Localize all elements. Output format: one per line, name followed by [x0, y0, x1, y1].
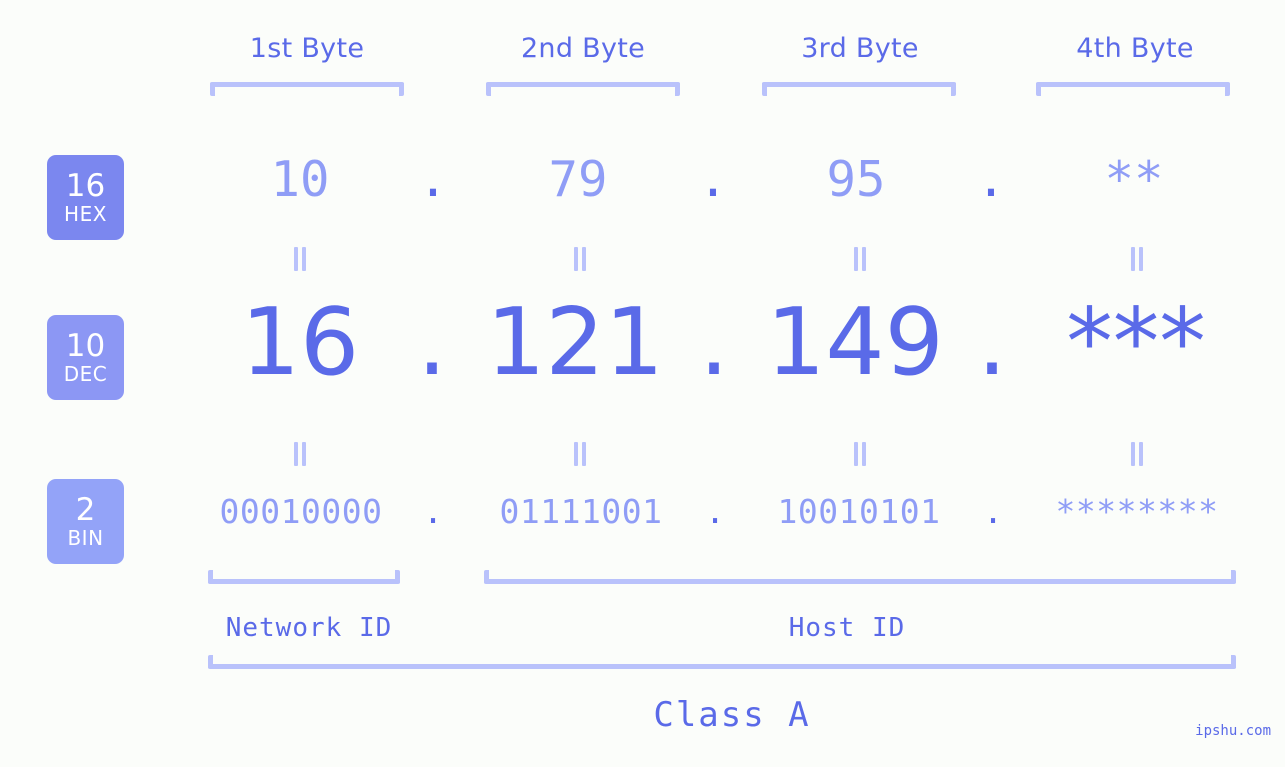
equality-connector-dec-bin-2 [571, 442, 589, 466]
host-id-label: Host ID [788, 613, 906, 643]
bin-byte-1: 00010000 [219, 492, 383, 531]
ip-class-bracket [208, 655, 1236, 669]
equality-connector-hex-dec-4 [1128, 247, 1146, 271]
bin-separator-2: . [705, 492, 725, 531]
base-badge-dec-label: DEC [63, 362, 108, 386]
dec-byte-3: 149 [766, 288, 944, 396]
bin-byte-3: 10010101 [777, 492, 941, 531]
equality-connector-dec-bin-4 [1128, 442, 1146, 466]
bin-byte-4: ******** [1055, 492, 1219, 531]
base-badge-hex[interactable]: 16 HEX [47, 155, 124, 240]
base-badge-hex-number: 16 [65, 168, 106, 204]
byte-bracket-1 [210, 82, 404, 96]
equality-connector-hex-dec-3 [851, 247, 869, 271]
hex-separator-2: . [698, 151, 728, 208]
equality-connector-dec-bin-1 [291, 442, 309, 466]
bin-byte-2: 01111001 [499, 492, 663, 531]
hex-byte-2: 79 [548, 151, 608, 208]
base-badge-bin-label: BIN [67, 526, 104, 550]
base-badge-bin-number: 2 [75, 492, 96, 528]
byte-header-2: 2nd Byte [520, 33, 646, 64]
dec-byte-2: 121 [486, 288, 664, 396]
base-badge-bin[interactable]: 2 BIN [47, 479, 124, 564]
byte-bracket-4 [1036, 82, 1230, 96]
bin-separator-1: . [423, 492, 443, 531]
ip-address-breakdown-diagram: 1st Byte 2nd Byte 3rd Byte 4th Byte 16 H… [0, 0, 1285, 767]
base-badge-dec[interactable]: 10 DEC [47, 315, 124, 400]
hex-byte-3: 95 [826, 151, 886, 208]
hex-byte-1: 10 [270, 151, 330, 208]
hex-separator-1: . [418, 151, 448, 208]
base-badge-dec-number: 10 [65, 328, 106, 364]
dec-separator-2: . [699, 288, 729, 396]
network-id-bracket [208, 570, 400, 584]
network-id-label: Network ID [225, 613, 393, 643]
ip-class-label: Class A [653, 695, 811, 735]
site-watermark: ipshu.com [1195, 723, 1271, 739]
bin-separator-3: . [983, 492, 1003, 531]
equality-connector-hex-dec-2 [571, 247, 589, 271]
base-badge-hex-label: HEX [64, 202, 107, 226]
byte-header-3: 3rd Byte [801, 33, 919, 64]
byte-header-1: 1st Byte [249, 33, 365, 64]
dec-byte-1: 16 [240, 288, 360, 396]
byte-bracket-2 [486, 82, 680, 96]
hex-separator-3: . [976, 151, 1006, 208]
byte-header-4: 4th Byte [1076, 33, 1194, 64]
equality-connector-dec-bin-3 [851, 442, 869, 466]
hex-byte-4: ** [1104, 151, 1164, 208]
dec-separator-3: . [977, 288, 1007, 396]
dec-separator-1: . [417, 288, 447, 396]
host-id-bracket [484, 570, 1236, 584]
byte-bracket-3 [762, 82, 956, 96]
dec-byte-4: *** [1066, 288, 1206, 396]
equality-connector-hex-dec-1 [291, 247, 309, 271]
